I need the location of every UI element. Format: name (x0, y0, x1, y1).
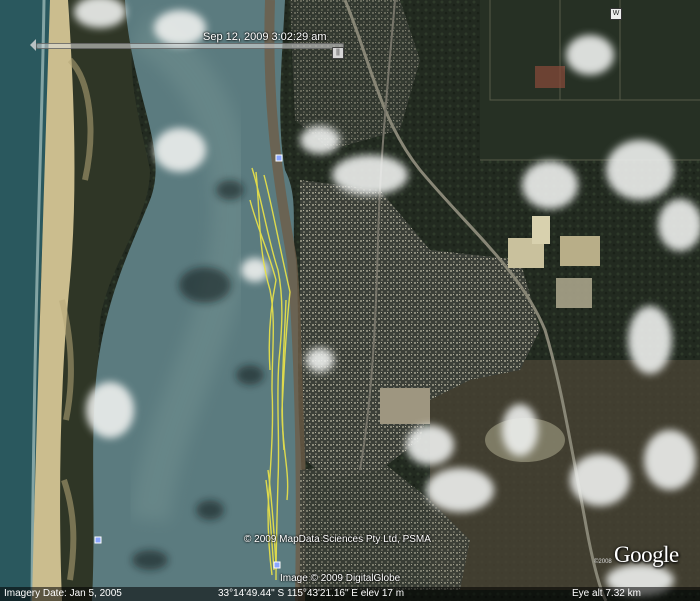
google-logo: Google (614, 542, 679, 567)
status-bar: Imagery Date: Jan 5, 2005 33°14'49.44" S… (0, 587, 700, 601)
satellite-map[interactable] (0, 0, 700, 601)
imagery-date: Imagery Date: Jan 5, 2005 (4, 588, 122, 599)
placemark-icon[interactable] (275, 154, 283, 162)
north-indicator-icon[interactable]: W (610, 8, 622, 20)
eye-altitude: Eye alt 7.32 km (572, 588, 641, 599)
time-slider-track[interactable] (36, 43, 344, 49)
time-label: Sep 12, 2009 3:02:29 am (203, 31, 327, 43)
red-roof-area (535, 66, 565, 88)
placemark-icon[interactable] (94, 536, 102, 544)
coordinates-readout: 33°14'49.44" S 115°43'21.16" E elev 17 m (218, 588, 405, 599)
image-copyright: Image © 2009 DigitalGlobe (280, 573, 401, 584)
placemark-icon[interactable] (273, 561, 281, 569)
mapdata-copyright: © 2009 MapData Sciences Pty Ltd, PSMA (244, 534, 431, 545)
time-handle-icon[interactable]: || (332, 47, 344, 59)
google-logo-year: ©2008 (594, 559, 612, 565)
